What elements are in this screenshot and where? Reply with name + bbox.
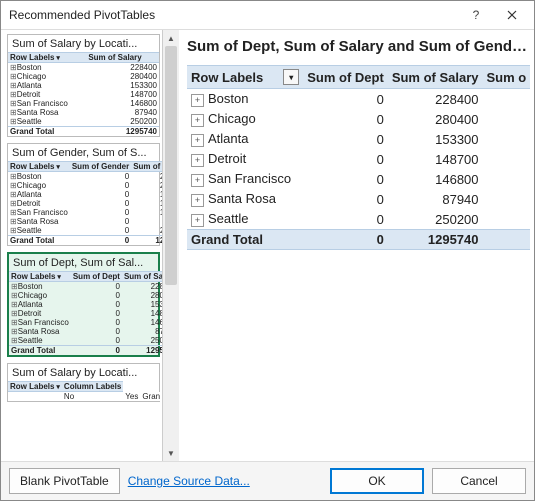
grand-total-value: 1295740 [388, 230, 483, 250]
thumb-title: Sum of Salary by Locati... [8, 35, 159, 52]
cancel-button[interactable]: Cancel [432, 468, 526, 494]
table-row: + Santa Rosa 087940 [187, 189, 530, 209]
blank-pivottable-button[interactable]: Blank PivotTable [9, 468, 120, 494]
row-labels-text: Row Labels [191, 70, 263, 85]
scrollbar[interactable]: ▲ ▼ [162, 30, 179, 461]
thumb-table: Row Labels ▾Sum of Salary⊞Boston228400⊞C… [8, 52, 159, 136]
cell-value: 228400 [388, 89, 483, 110]
expand-icon[interactable]: + [191, 94, 204, 107]
preview-header-c1: Sum of Dept [303, 66, 388, 89]
expand-icon[interactable]: + [191, 154, 204, 167]
expand-icon[interactable]: + [191, 214, 204, 227]
row-label: Santa Rosa [208, 191, 276, 206]
cell-value: 0 [303, 89, 388, 110]
row-label: Atlanta [208, 131, 248, 146]
help-button[interactable]: ? [458, 4, 494, 26]
thumb-table: Row Labels ▾Column LabelsNoYesGran [8, 381, 162, 401]
cell-value: 0 [303, 209, 388, 230]
table-row: + Chicago 0280400 [187, 109, 530, 129]
row-label: Boston [208, 91, 248, 106]
grand-total-label: Grand Total [187, 230, 303, 250]
table-row: + Atlanta 0153300 [187, 129, 530, 149]
cell-value: 280400 [388, 109, 483, 129]
ok-button[interactable]: OK [330, 468, 424, 494]
expand-icon[interactable]: + [191, 194, 204, 207]
expand-icon[interactable]: + [191, 174, 204, 187]
table-row: + Boston 0228400 [187, 89, 530, 110]
cell-value: 0 [303, 149, 388, 169]
row-label: Seattle [208, 211, 248, 226]
grand-total-value: 0 [303, 230, 388, 250]
cell-value: 146800 [388, 169, 483, 189]
close-icon [507, 10, 517, 20]
cell-value: 0 [303, 169, 388, 189]
change-source-data-link[interactable]: Change Source Data... [128, 474, 250, 488]
cell-value: 0 [303, 189, 388, 209]
thumb-title: Sum of Salary by Locati... [8, 364, 159, 381]
row-label: Chicago [208, 111, 256, 126]
scroll-up-icon[interactable]: ▲ [163, 30, 179, 46]
recommendation-thumb[interactable]: Sum of Gender, Sum of S...Row Labels ▾Su… [7, 143, 160, 246]
cell-value: 87940 [388, 189, 483, 209]
preview-header-c2: Sum of Salary [388, 66, 483, 89]
preview-header-rowlabels: Row Labels ▾ [187, 66, 303, 89]
recommended-pivottables-dialog: Recommended PivotTables ? Sum of Salary … [0, 0, 535, 501]
recommendation-thumb[interactable]: Sum of Dept, Sum of Sal...Row Labels ▾Su… [7, 252, 160, 357]
table-row: + San Francisco 0146800 [187, 169, 530, 189]
cell-value: 0 [303, 109, 388, 129]
dialog-title: Recommended PivotTables [9, 8, 458, 22]
cell-value: 148700 [388, 149, 483, 169]
recommendation-thumb[interactable]: Sum of Salary by Locati...Row Labels ▾Co… [7, 363, 160, 402]
table-row: + Seattle 0250200 [187, 209, 530, 230]
thumb-title: Sum of Dept, Sum of Sal... [9, 254, 158, 271]
dialog-footer: Blank PivotTable Change Source Data... O… [1, 461, 534, 500]
expand-icon[interactable]: + [191, 134, 204, 147]
thumb-table: Row Labels ▾Sum of DeptSum of SalaryS⊞Bo… [9, 271, 162, 355]
dialog-body: Sum of Salary by Locati...Row Labels ▾Su… [1, 29, 534, 461]
preview-pane: Sum of Dept, Sum of Salary and Sum of Ge… [179, 30, 534, 461]
row-label: Detroit [208, 151, 246, 166]
preview-title: Sum of Dept, Sum of Salary and Sum of Ge… [187, 36, 530, 65]
cell-value: 153300 [388, 129, 483, 149]
titlebar: Recommended PivotTables ? [1, 1, 534, 29]
preview-table: Row Labels ▾ Sum of Dept Sum of Salary S… [187, 65, 530, 250]
recommendation-thumb[interactable]: Sum of Salary by Locati...Row Labels ▾Su… [7, 34, 160, 137]
scroll-down-icon[interactable]: ▼ [163, 445, 179, 461]
preview-header-c3: Sum o [483, 66, 531, 89]
thumb-table: Row Labels ▾Sum of GenderSum of Salary⊞B… [8, 161, 162, 245]
grand-total-row: Grand Total01295740 [187, 230, 530, 250]
cell-value: 0 [303, 129, 388, 149]
cell-value: 250200 [388, 209, 483, 230]
close-button[interactable] [494, 4, 530, 26]
row-label: San Francisco [208, 171, 291, 186]
scroll-track[interactable] [163, 46, 179, 445]
table-row: + Detroit 0148700 [187, 149, 530, 169]
recommendation-thumbs: Sum of Salary by Locati...Row Labels ▾Su… [1, 30, 162, 461]
thumb-title: Sum of Gender, Sum of S... [8, 144, 159, 161]
recommendation-list: Sum of Salary by Locati...Row Labels ▾Su… [1, 30, 179, 461]
row-labels-filter-dropdown[interactable]: ▾ [283, 69, 299, 85]
expand-icon[interactable]: + [191, 114, 204, 127]
scroll-thumb[interactable] [165, 46, 177, 285]
